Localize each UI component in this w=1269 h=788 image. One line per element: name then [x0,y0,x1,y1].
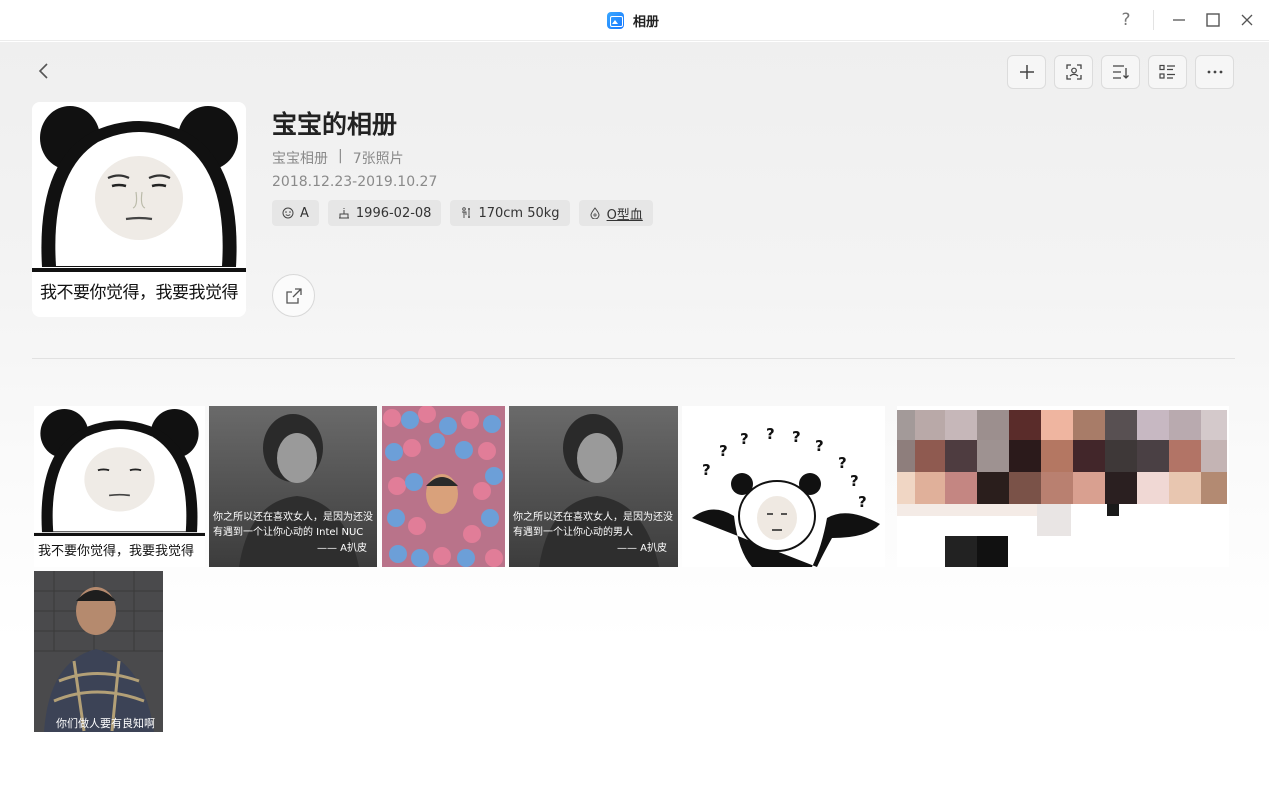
profile-chips: A 1996-02-08 170cm 50kg O型血 [272,200,653,226]
pixelated-photo [897,410,1227,567]
meme-text-line1: 你之所以还在喜欢女人，是因为还没 [513,512,673,523]
sort-button[interactable] [1101,55,1140,89]
photos-app-icon [607,11,624,29]
svg-text:?: ? [766,425,775,443]
sort-icon [1113,65,1129,79]
more-button[interactable] [1195,55,1234,89]
tied-man-photo [34,571,163,732]
photo-caption: 你们做人要有良知啊 [56,717,155,730]
photo-count: 7张照片 [352,151,404,167]
photo-item[interactable]: 我不要你觉得，我要我觉得 [34,406,205,567]
birthday-cake-icon [338,208,349,219]
panda-meme-image [32,102,246,272]
chip-height-weight-label: 170cm 50kg [478,205,560,221]
photo-item[interactable]: 你们做人要有良知啊 [34,571,163,732]
meta-separator: | [338,148,343,164]
cover-caption: 我不要你觉得，我要我觉得 [40,283,239,303]
height-weight-icon [462,207,471,218]
svg-text:?: ? [719,442,728,460]
window-title: 相册 [633,14,660,30]
help-icon: ? [1121,10,1131,30]
svg-text:?: ? [858,493,867,511]
panda-meme-image [34,406,205,536]
meme-text-line2: 有遇到一个让你心动的 Intel NUC [213,527,364,538]
svg-text:?: ? [815,437,824,455]
minimize-button[interactable] [1166,8,1192,32]
list-view-icon [1159,64,1175,79]
view-mode-button[interactable] [1148,55,1187,89]
album-meta: 宝宝相册 | 7张照片 [272,148,404,168]
app-title: 相册 [607,11,660,30]
maximize-icon [1206,13,1220,27]
photo-item[interactable] [382,406,505,567]
titlebar-separator [1153,10,1154,30]
confused-panda-image: ????????? [692,425,880,567]
ball-pit-photo [382,406,505,567]
album-title: 宝宝的相册 [272,110,398,139]
more-icon [1207,70,1222,74]
add-photo-button[interactable] [1007,55,1046,89]
title-bar: 相册 ? [0,0,1269,41]
chevron-left-icon [38,63,48,79]
section-divider [32,358,1235,359]
meme-signature: —— A扒皮 [317,543,368,554]
maximize-button[interactable] [1200,8,1226,32]
minimize-icon [1173,19,1185,21]
chip-blood-type: O型血 [578,200,653,226]
photo-caption: 我不要你觉得，我要我觉得 [38,544,195,559]
chip-name-label: A [300,205,309,221]
svg-text:?: ? [792,428,801,446]
chip-blood-type-label: O型血 [606,207,643,223]
close-button[interactable] [1234,8,1260,32]
photo-item[interactable]: 你之所以还在喜欢女人，是因为还没 有遇到一个让你心动的 Intel NUC ——… [209,406,377,567]
meme-text-line1: 你之所以还在喜欢女人，是因为还没 [213,512,373,523]
help-button[interactable]: ? [1113,8,1139,32]
meme-text-line2: 有遇到一个让你心动的男人 [513,527,633,538]
album-detail-view: 我不要你觉得，我要我觉得 宝宝的相册 宝宝相册 | 7张照片 2018.12.2… [0,42,1269,788]
close-icon [1241,14,1253,26]
back-button[interactable] [32,59,56,83]
photo-item[interactable]: ????????? [682,406,885,567]
album-type: 宝宝相册 [272,151,328,167]
svg-text:?: ? [838,454,847,472]
face-scan-button[interactable] [1054,55,1093,89]
svg-text:?: ? [702,461,711,479]
meme-signature: —— A扒皮 [617,543,668,554]
album-cover[interactable]: 我不要你觉得，我要我觉得 [32,102,246,317]
album-date-range: 2018.12.23-2019.10.27 [272,174,438,190]
share-button[interactable] [272,274,315,317]
svg-text:?: ? [850,472,859,490]
chip-birthday-label: 1996-02-08 [355,205,432,221]
chip-birthday: 1996-02-08 [327,200,442,226]
svg-text:?: ? [740,430,749,448]
photo-item[interactable]: 你之所以还在喜欢女人，是因为还没 有遇到一个让你心动的男人 —— A扒皮 [509,406,678,567]
chip-height-weight: 170cm 50kg [450,200,570,226]
plus-icon [1019,65,1034,79]
blood-drop-icon [590,207,600,219]
face-icon [282,207,294,219]
face-scan-icon [1065,64,1082,80]
photo-item[interactable] [897,406,1229,567]
chip-name: A [272,200,319,226]
share-icon [285,287,302,304]
